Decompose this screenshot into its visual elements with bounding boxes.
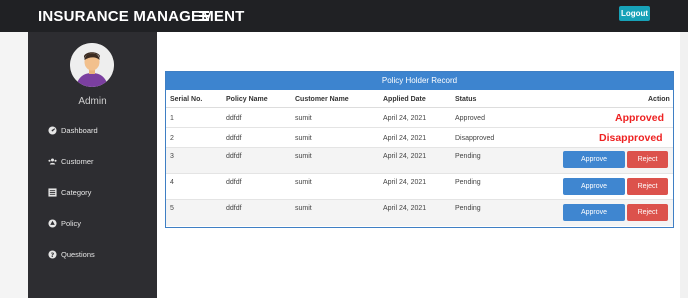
header-status: Status	[455, 96, 477, 103]
cell-serial: 1	[170, 115, 174, 122]
reject-button[interactable]: Reject	[627, 178, 668, 195]
sidebar-item-label: Category	[61, 187, 92, 197]
table-header: Serial No. Policy Name Customer Name App…	[166, 90, 673, 108]
cell-serial: 2	[170, 135, 174, 142]
cell-applied-date: April 24, 2021	[383, 205, 427, 212]
cell-customer-name: sumit	[295, 115, 312, 122]
scrollbar[interactable]	[680, 32, 688, 298]
header-policy-name: Policy Name	[226, 96, 268, 103]
top-navbar: INSURANCE MANAGEMENT Logout	[0, 0, 688, 32]
sidebar-item-label: Customer	[61, 156, 94, 166]
list-icon	[48, 187, 57, 197]
reject-button[interactable]: Reject	[627, 151, 668, 168]
table-row: 3 ddfdf sumit April 24, 2021 Pending App…	[166, 148, 673, 174]
cell-status: Disapproved	[455, 135, 495, 142]
sidebar-item-dashboard[interactable]: Dashboard	[28, 120, 157, 140]
table-row: 2 ddfdf sumit April 24, 2021 Disapproved…	[166, 128, 673, 148]
reject-button[interactable]: Reject	[627, 204, 668, 221]
sidebar-item-policy[interactable]: Policy	[28, 213, 157, 233]
cell-policy-name: ddfdf	[226, 135, 242, 142]
cell-policy-name: ddfdf	[226, 205, 242, 212]
policy-holder-panel: Policy Holder Record Serial No. Policy N…	[165, 71, 674, 228]
sidebar-item-label: Policy	[61, 218, 82, 228]
sidebar-item-customer[interactable]: Customer	[28, 151, 157, 171]
disapproved-status-label: Disapproved	[599, 132, 663, 144]
approve-button[interactable]: Approve	[563, 204, 625, 221]
cell-customer-name: sumit	[295, 205, 312, 212]
cell-applied-date: April 24, 2021	[383, 179, 427, 186]
cell-customer-name: sumit	[295, 153, 312, 160]
admin-username: Admin	[78, 96, 107, 107]
cell-status: Pending	[455, 205, 481, 212]
cell-status: Approved	[455, 115, 485, 122]
cell-applied-date: April 24, 2021	[383, 153, 427, 160]
cell-customer-name: sumit	[295, 179, 312, 186]
sidebar-item-label: Dashboard	[61, 125, 98, 135]
panel-title: Policy Holder Record	[166, 72, 673, 90]
cell-customer-name: sumit	[295, 135, 312, 142]
sidebar-item-questions[interactable]: ? Questions	[28, 244, 157, 264]
svg-text:?: ?	[51, 251, 55, 258]
approve-button[interactable]: Approve	[563, 178, 625, 195]
approve-button[interactable]: Approve	[563, 151, 625, 168]
sidebar-item-label: Questions	[61, 249, 95, 259]
header-action: Action	[648, 96, 670, 103]
users-icon	[48, 157, 57, 166]
header-customer-name: Customer Name	[295, 96, 349, 103]
question-icon: ?	[48, 249, 57, 259]
cell-serial: 4	[170, 179, 174, 186]
table-row: 5 ddfdf sumit April 24, 2021 Pending App…	[166, 200, 673, 226]
app-title: INSURANCE MANAGEMENT	[38, 8, 245, 25]
header-serial: Serial No.	[170, 96, 203, 103]
table-row: 1 ddfdf sumit April 24, 2021 Approved Ap…	[166, 108, 673, 128]
header-applied-date: Applied Date	[383, 96, 426, 103]
menu-toggle-icon[interactable]	[199, 11, 209, 22]
logout-button[interactable]: Logout	[619, 6, 650, 21]
cell-applied-date: April 24, 2021	[383, 135, 427, 142]
cell-policy-name: ddfdf	[226, 153, 242, 160]
cell-serial: 5	[170, 205, 174, 212]
cell-policy-name: ddfdf	[226, 179, 242, 186]
left-gutter	[0, 32, 28, 298]
cell-policy-name: ddfdf	[226, 115, 242, 122]
cell-status: Pending	[455, 179, 481, 186]
cell-applied-date: April 24, 2021	[383, 115, 427, 122]
dashboard-icon	[48, 125, 57, 135]
avatar	[70, 43, 114, 87]
sidebar-item-category[interactable]: Category	[28, 182, 157, 202]
cell-serial: 3	[170, 153, 174, 160]
policy-icon	[48, 218, 57, 228]
table-row: 4 ddfdf sumit April 24, 2021 Pending App…	[166, 174, 673, 200]
sidebar: Admin Dashboard Customer Category Policy	[28, 32, 157, 298]
cell-status: Pending	[455, 153, 481, 160]
approved-status-label: Approved	[615, 112, 665, 124]
